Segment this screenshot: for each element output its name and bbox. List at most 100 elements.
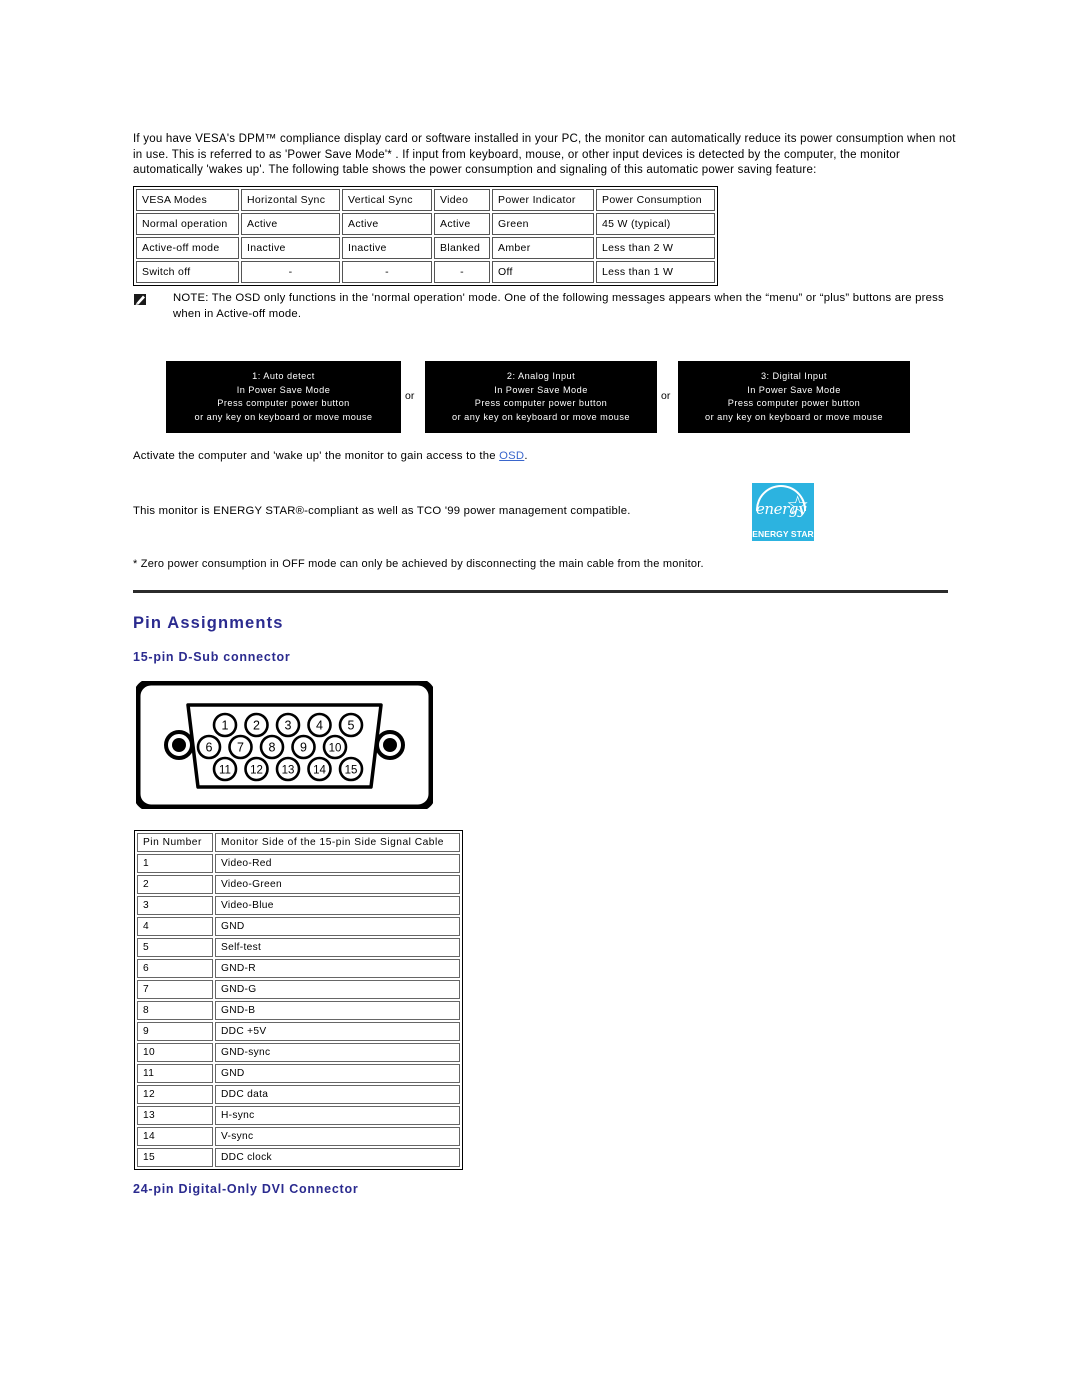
connector-pin-label-9: 9 xyxy=(300,741,307,755)
heading-15-pin-dsub: 15-pin D-Sub connector xyxy=(133,650,291,664)
osd-message-box-digital-input: 3: Digital Input In Power Save Mode Pres… xyxy=(678,361,910,433)
column-header: Video xyxy=(434,189,490,211)
osd1-line-4: or any key on keyboard or move mouse xyxy=(194,411,373,422)
table-cell: Video-Red xyxy=(215,854,460,873)
table-row: 15 DDC clock xyxy=(137,1148,460,1167)
osd2-line-3: Press computer power button xyxy=(474,398,608,409)
connector-pin-label-2: 2 xyxy=(253,719,260,733)
osd3-line-4: or any key on keyboard or move mouse xyxy=(705,411,883,422)
connector-pin-label-8: 8 xyxy=(269,741,276,755)
table-cell: Amber xyxy=(492,237,594,259)
table-cell: Blanked xyxy=(434,237,490,259)
table-cell: 45 W (typical) xyxy=(596,213,715,235)
table-cell: Off xyxy=(492,261,594,283)
table-row: 9 DDC +5V xyxy=(137,1022,460,1041)
table-cell: 11 xyxy=(137,1064,213,1083)
table-cell: GND-R xyxy=(215,959,460,978)
energy-star-logo-star: ☆ xyxy=(786,490,810,520)
power-management-table: VESA Modes Horizontal Sync Vertical Sync Vi… xyxy=(133,186,718,286)
column-header: Monitor Side of the 15-pin Side Signal C… xyxy=(215,833,460,852)
osd-or-separator-1: or xyxy=(405,390,415,402)
osd-message-box-analog-input: 2: Analog Input In Power Save Mode Press… xyxy=(425,361,657,433)
table-row: 4 GND xyxy=(137,917,460,936)
connector-pin-label-1: 1 xyxy=(222,719,229,733)
table-row: 10 GND-sync xyxy=(137,1043,460,1062)
connector-pin-label-11: 11 xyxy=(219,765,231,777)
energy-star-text: This monitor is ENERGY STAR®-compliant a… xyxy=(133,505,631,517)
table-cell: 8 xyxy=(137,1001,213,1020)
activate-monitor-text: Activate the computer and 'wake up' the … xyxy=(133,450,528,462)
table-row: Active-off mode Inactive Inactive Blanked Am… xyxy=(136,237,715,259)
table-cell: - xyxy=(241,261,340,283)
table-cell: Less than 2 W xyxy=(596,237,715,259)
table-cell: Less than 1 W xyxy=(596,261,715,283)
page-title-pin-assignments: Pin Assignments xyxy=(133,614,284,632)
table-cell: V-sync xyxy=(215,1127,460,1146)
osd2-line-1: 2: Analog Input xyxy=(506,371,576,381)
table-cell: 3 xyxy=(137,896,213,915)
column-header: Power Indicator xyxy=(492,189,594,211)
connector-pin-label-10: 10 xyxy=(329,743,342,755)
table-header-row: VESA Modes Horizontal Sync Vertical Sync Vi… xyxy=(136,189,715,211)
table-cell: DDC data xyxy=(215,1085,460,1104)
column-header: Vertical Sync xyxy=(342,189,432,211)
table-cell: DDC +5V xyxy=(215,1022,460,1041)
table-cell: 4 xyxy=(137,917,213,936)
table-cell: 12 xyxy=(137,1085,213,1104)
osd3-line-3: Press computer power button xyxy=(727,398,861,409)
osd3-line-2: In Power Save Mode xyxy=(747,384,841,395)
table-row: Normal operation Active Active Active Green 4… xyxy=(136,213,715,235)
table-cell: GND-sync xyxy=(215,1043,460,1062)
table-cell: Active-off mode xyxy=(136,237,239,259)
osd2-line-4: or any key on keyboard or move mouse xyxy=(452,411,630,422)
table-cell: Active xyxy=(434,213,490,235)
table-cell: - xyxy=(434,261,490,283)
table-cell: Switch off xyxy=(136,261,239,283)
table-row: 13 H-sync xyxy=(137,1106,460,1125)
footnote-text: * Zero power consumption in OFF mode can… xyxy=(133,558,704,570)
table-cell: Video-Green xyxy=(215,875,460,894)
table-cell: 1 xyxy=(137,854,213,873)
section-divider xyxy=(133,590,948,593)
table-cell: Active xyxy=(241,213,340,235)
table-row: 3 Video-Blue xyxy=(137,896,460,915)
connector-pin-label-14: 14 xyxy=(313,765,326,777)
column-header: Power Consumption xyxy=(596,189,715,211)
table-cell: 9 xyxy=(137,1022,213,1041)
column-header: Pin Number xyxy=(137,833,213,852)
osd-link[interactable]: OSD xyxy=(499,450,524,462)
connector-pin-label-3: 3 xyxy=(285,719,292,733)
energy-star-logo-bar: ENERGY STAR xyxy=(752,528,814,541)
note-pencil-icon xyxy=(133,293,148,306)
osd-or-separator-2: or xyxy=(661,390,671,402)
connector-pin-label-13: 13 xyxy=(282,765,295,777)
table-cell: DDC clock xyxy=(215,1148,460,1167)
table-cell: 5 xyxy=(137,938,213,957)
table-cell: Self-test xyxy=(215,938,460,957)
table-cell: GND-G xyxy=(215,980,460,999)
intro-paragraph: If you have VESA's DPM™ compliance displ… xyxy=(133,133,956,177)
osd1-line-3: Press computer power button xyxy=(217,398,350,409)
column-header: VESA Modes xyxy=(136,189,239,211)
table-row: 11 GND xyxy=(137,1064,460,1083)
table-cell: 13 xyxy=(137,1106,213,1125)
table-row: 6 GND-R xyxy=(137,959,460,978)
activate-suffix: . xyxy=(524,450,528,462)
table-cell: Video-Blue xyxy=(215,896,460,915)
connector-pin-label-7: 7 xyxy=(237,741,244,755)
table-cell: GND xyxy=(215,1064,460,1083)
connector-pin-label-5: 5 xyxy=(348,719,355,733)
heading-24-pin-dvi: 24-pin Digital-Only DVI Connector xyxy=(133,1182,359,1196)
table-cell: 7 xyxy=(137,980,213,999)
table-cell: 10 xyxy=(137,1043,213,1062)
note-line-1: NOTE: The OSD only functions in the 'nor… xyxy=(173,292,944,304)
table-row: 12 DDC data xyxy=(137,1085,460,1104)
table-row: 14 V-sync xyxy=(137,1127,460,1146)
table-cell: GND-B xyxy=(215,1001,460,1020)
table-row: 8 GND-B xyxy=(137,1001,460,1020)
table-row: 7 GND-G xyxy=(137,980,460,999)
table-cell: - xyxy=(342,261,432,283)
osd2-line-2: In Power Save Mode xyxy=(494,384,588,395)
pin-assignment-table: Pin Number Monitor Side of the 15-pin Sid… xyxy=(134,830,463,1170)
osd1-line-1: 1: Auto detect xyxy=(252,371,315,381)
